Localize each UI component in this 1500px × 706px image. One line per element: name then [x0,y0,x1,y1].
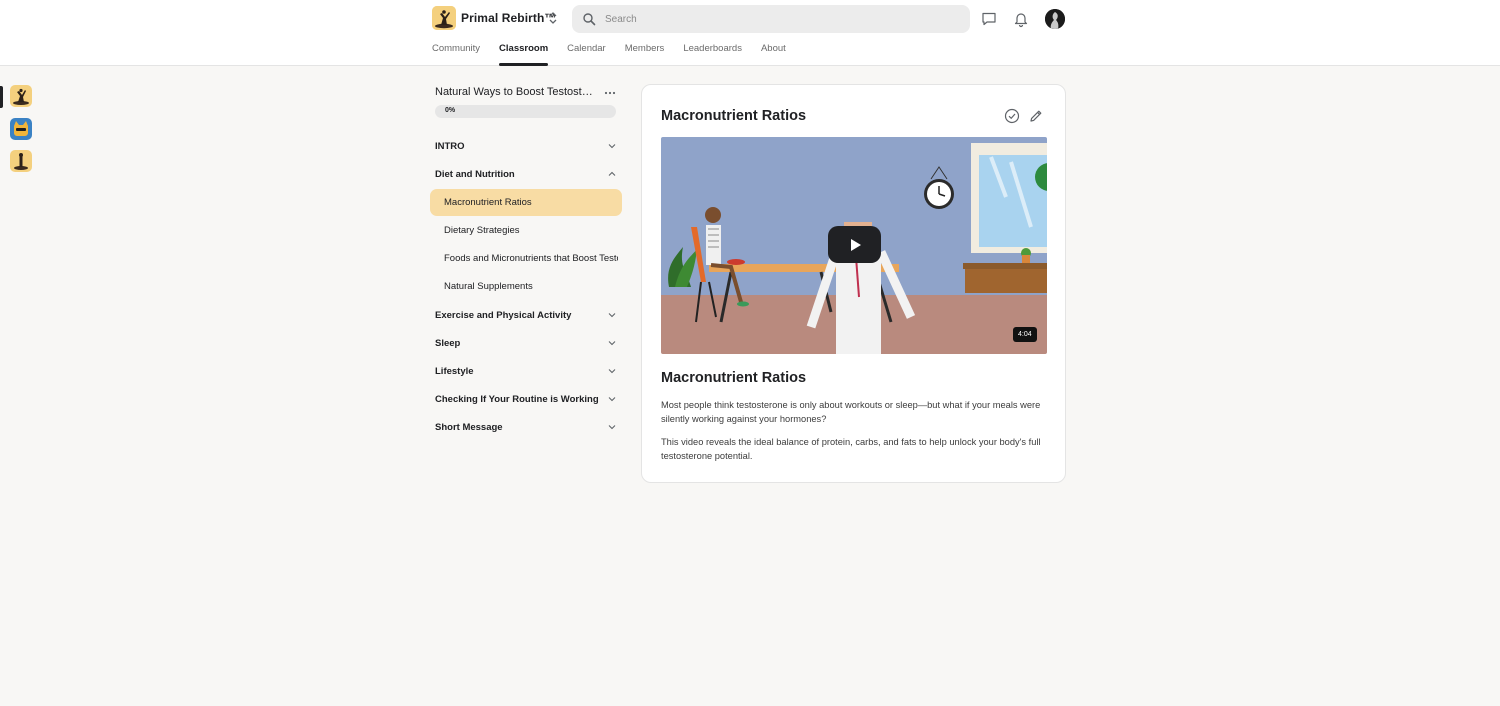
tab-classroom[interactable]: Classroom [499,43,549,66]
rail-active-marker [0,86,3,108]
tab-about[interactable]: About [761,43,786,66]
section-short-message[interactable]: Short Message [435,417,617,437]
search-bar[interactable] [572,5,970,33]
chevron-down-icon [608,144,616,149]
chevron-down-icon [608,313,616,318]
chevron-up-icon [608,171,616,176]
lesson-label: Macronutrient Ratios [444,197,532,208]
chevron-down-icon [608,369,616,374]
course-progress-bar: 0% [435,105,616,118]
chevron-down-icon [608,341,616,346]
progress-label: 0% [445,107,456,114]
brand-name: Primal Rebirth™ [461,11,557,25]
section-label: Short Message [435,421,503,433]
section-exercise[interactable]: Exercise and Physical Activity [435,305,617,325]
tab-community[interactable]: Community [432,43,480,66]
lesson-dietary-strategies[interactable]: Dietary Strategies [430,217,622,244]
section-label: Diet and Nutrition [435,168,515,180]
video-duration: 4:04 [1013,327,1037,342]
section-label: Lifestyle [435,365,474,377]
edit-icon[interactable] [1028,108,1044,124]
rail-app-statue[interactable] [10,150,32,172]
brand[interactable]: Primal Rebirth™ [432,6,557,30]
play-button[interactable] [828,226,881,263]
switch-community-icon[interactable] [547,10,559,26]
description-paragraph: Most people think testosterone is only a… [661,400,1041,424]
main-nav: Community Classroom Calendar Members Lea… [432,43,805,66]
section-diet-and-nutrition[interactable]: Diet and Nutrition [435,164,617,184]
section-label: Sleep [435,337,461,349]
lesson-title: Macronutrient Ratios [661,108,807,124]
description-paragraph: This video reveals the ideal balance of … [661,437,1041,461]
rail-app-primal-rebirth[interactable] [10,85,32,107]
search-input[interactable] [605,13,945,25]
course-title: Natural Ways to Boost Testosterone [435,86,595,98]
chevron-down-icon [608,397,616,402]
lesson-label: Dietary Strategies [444,225,520,236]
tab-leaderboards[interactable]: Leaderboards [683,43,742,66]
lesson-natural-supplements[interactable]: Natural Supplements [430,273,622,300]
tab-calendar[interactable]: Calendar [567,43,606,66]
section-checking-routine[interactable]: Checking If Your Routine is Working [435,389,617,409]
mark-complete-icon[interactable] [1004,108,1020,124]
lesson-macronutrient-ratios[interactable]: Macronutrient Ratios [430,189,622,216]
section-sleep[interactable]: Sleep [435,333,617,353]
chevron-down-icon [608,425,616,430]
section-label: Exercise and Physical Activity [435,309,572,321]
description-title: Macronutrient Ratios [661,370,807,386]
lesson-label: Natural Supplements [444,281,533,292]
video-player[interactable]: 4:04 [661,137,1047,354]
avatar[interactable] [1045,9,1065,29]
section-intro[interactable]: INTRO [435,136,617,156]
more-options-icon[interactable] [603,86,617,100]
search-icon [583,13,596,26]
section-label: INTRO [435,140,465,152]
tab-members[interactable]: Members [625,43,665,66]
rail-app-cat[interactable] [10,118,32,140]
bell-icon[interactable] [1012,10,1030,28]
lesson-foods-and-micronutrients[interactable]: Foods and Micronutrients that Boost Test… [430,245,622,272]
play-icon [850,238,861,251]
lesson-card: Macronutrient Ratios 4:04 Macronutrient … [641,84,1066,483]
chat-icon[interactable] [980,10,998,28]
section-label: Checking If Your Routine is Working [435,393,599,405]
brand-logo [432,6,456,30]
section-lifestyle[interactable]: Lifestyle [435,361,617,381]
lesson-label: Foods and Micronutrients that Boost Test… [444,253,618,264]
top-header: Primal Rebirth™ Community Classroom Cale… [0,0,1500,66]
